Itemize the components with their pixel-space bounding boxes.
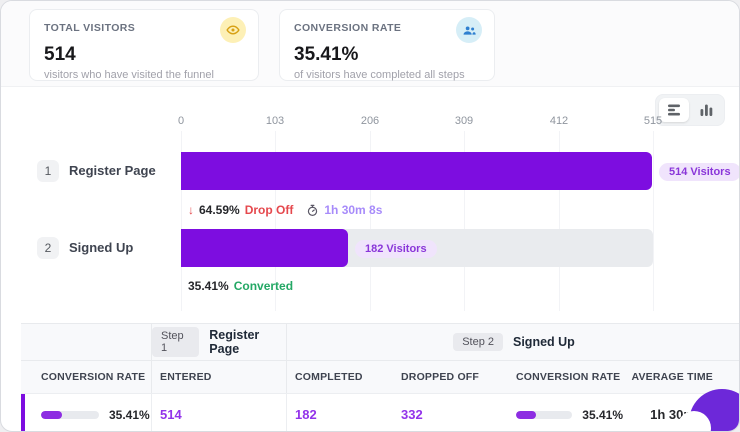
step-label: Signed Up: [69, 240, 134, 255]
completed-cell: 182: [286, 394, 393, 431]
visitors-badge: 182 Visitors: [355, 240, 437, 258]
gridline: [653, 131, 654, 311]
total-visitors-subtitle: visitors who have visited the funnel: [44, 69, 214, 81]
converted-annotation: 35.41% Converted: [188, 279, 293, 293]
axis-tick: 515: [643, 115, 663, 127]
conversion-progress-track: [41, 410, 99, 419]
chart-type-toggle: [655, 94, 725, 126]
funnel-bar-register-page[interactable]: [181, 152, 653, 190]
step-number-badge: 2: [37, 237, 59, 259]
table-row[interactable]: 35.41% 514 182 332 35.41% 1h 30m 8s: [21, 393, 739, 431]
axis-tick: 309: [454, 115, 474, 127]
conversion-rate-value: 35.41%: [109, 407, 150, 422]
axis-tick: 103: [265, 115, 285, 127]
group-header-step-2: Step 2 Signed Up: [286, 324, 739, 360]
total-visitors-title: TOTAL VISITORS: [44, 22, 136, 34]
drop-off-label: Drop Off: [244, 203, 294, 217]
conversion-rate-title: CONVERSION RATE: [294, 22, 402, 34]
stopwatch-icon: [306, 204, 319, 217]
step-chip: Step 1: [152, 327, 200, 357]
total-visitors-value: 514: [44, 44, 76, 65]
column-header-entered: ENTERED: [151, 361, 286, 393]
column-header-conversion-rate-1: CONVERSION RATE: [41, 371, 146, 383]
converted-label: Converted: [233, 279, 294, 293]
conversion-progress-fill: [41, 410, 62, 419]
conversion-rate-card: CONVERSION RATE 35.41% of visitors have …: [279, 9, 495, 81]
total-visitors-card: TOTAL VISITORS 514 visitors who have vis…: [29, 9, 259, 81]
conversion-progress-track: [516, 410, 573, 419]
converted-percent: 35.41%: [188, 279, 229, 293]
conversion-rate-value: 35.41%: [582, 407, 623, 422]
step-number-badge: 1: [37, 160, 59, 182]
entered-cell: 514: [151, 394, 286, 431]
funnel-breakdown-table: Step 1 Register Page Step 2 Signed Up CO…: [21, 323, 739, 431]
users-icon: [456, 17, 482, 43]
vertical-bar-toggle-button[interactable]: [691, 98, 721, 122]
horizontal-bars-icon: [667, 104, 680, 116]
down-arrow-icon: ↓: [188, 203, 194, 217]
group-header-empty: [21, 324, 151, 360]
column-header-completed: COMPLETED: [286, 361, 393, 393]
step-label: Register Page: [69, 163, 156, 178]
funnel-bar-signed-up[interactable]: [181, 229, 348, 267]
axis-tick: 412: [549, 115, 569, 127]
drop-off-time: 1h 30m 8s: [324, 203, 383, 217]
conversion-rate-cell-1: 35.41%: [21, 394, 151, 431]
group-name: Register Page: [209, 328, 260, 356]
conversion-rate-subtitle: of visitors have completed all steps: [294, 69, 465, 81]
horizontal-bar-toggle-button[interactable]: [659, 98, 689, 122]
drop-off-annotation: ↓ 64.59% Drop Off 1h 30m 8s: [188, 203, 382, 217]
table-group-header-row: Step 1 Register Page Step 2 Signed Up: [21, 324, 739, 360]
funnel-dashboard: TOTAL VISITORS 514 visitors who have vis…: [0, 0, 740, 432]
dropped-off-cell: 332: [401, 407, 423, 422]
conversion-progress-fill: [516, 410, 536, 419]
column-header-conversion-rate-2: CONVERSION RATE: [516, 371, 621, 383]
axis-tick: 0: [177, 115, 185, 127]
step-chip: Step 2: [453, 333, 503, 351]
conversion-rate-value: 35.41%: [294, 44, 359, 65]
drop-off-percent: 64.59%: [199, 203, 240, 217]
group-header-step-1: Step 1 Register Page: [151, 324, 286, 360]
funnel-chart: 0 103 206 309 412 515 1 Register Page 51…: [1, 87, 739, 323]
visitors-badge: 514 Visitors: [659, 163, 739, 181]
vertical-bars-icon: [700, 104, 712, 116]
stats-row: TOTAL VISITORS 514 visitors who have vis…: [1, 1, 739, 87]
table-column-header-row: CONVERSION RATE ENTERED COMPLETED DROPPE…: [21, 360, 739, 393]
axis-tick: 206: [360, 115, 380, 127]
conversion-rate-cell-2: 35.41%: [508, 394, 623, 431]
column-header-dropped-off: DROPPED OFF: [401, 371, 480, 383]
group-name: Signed Up: [513, 335, 575, 349]
eye-icon: [220, 17, 246, 43]
